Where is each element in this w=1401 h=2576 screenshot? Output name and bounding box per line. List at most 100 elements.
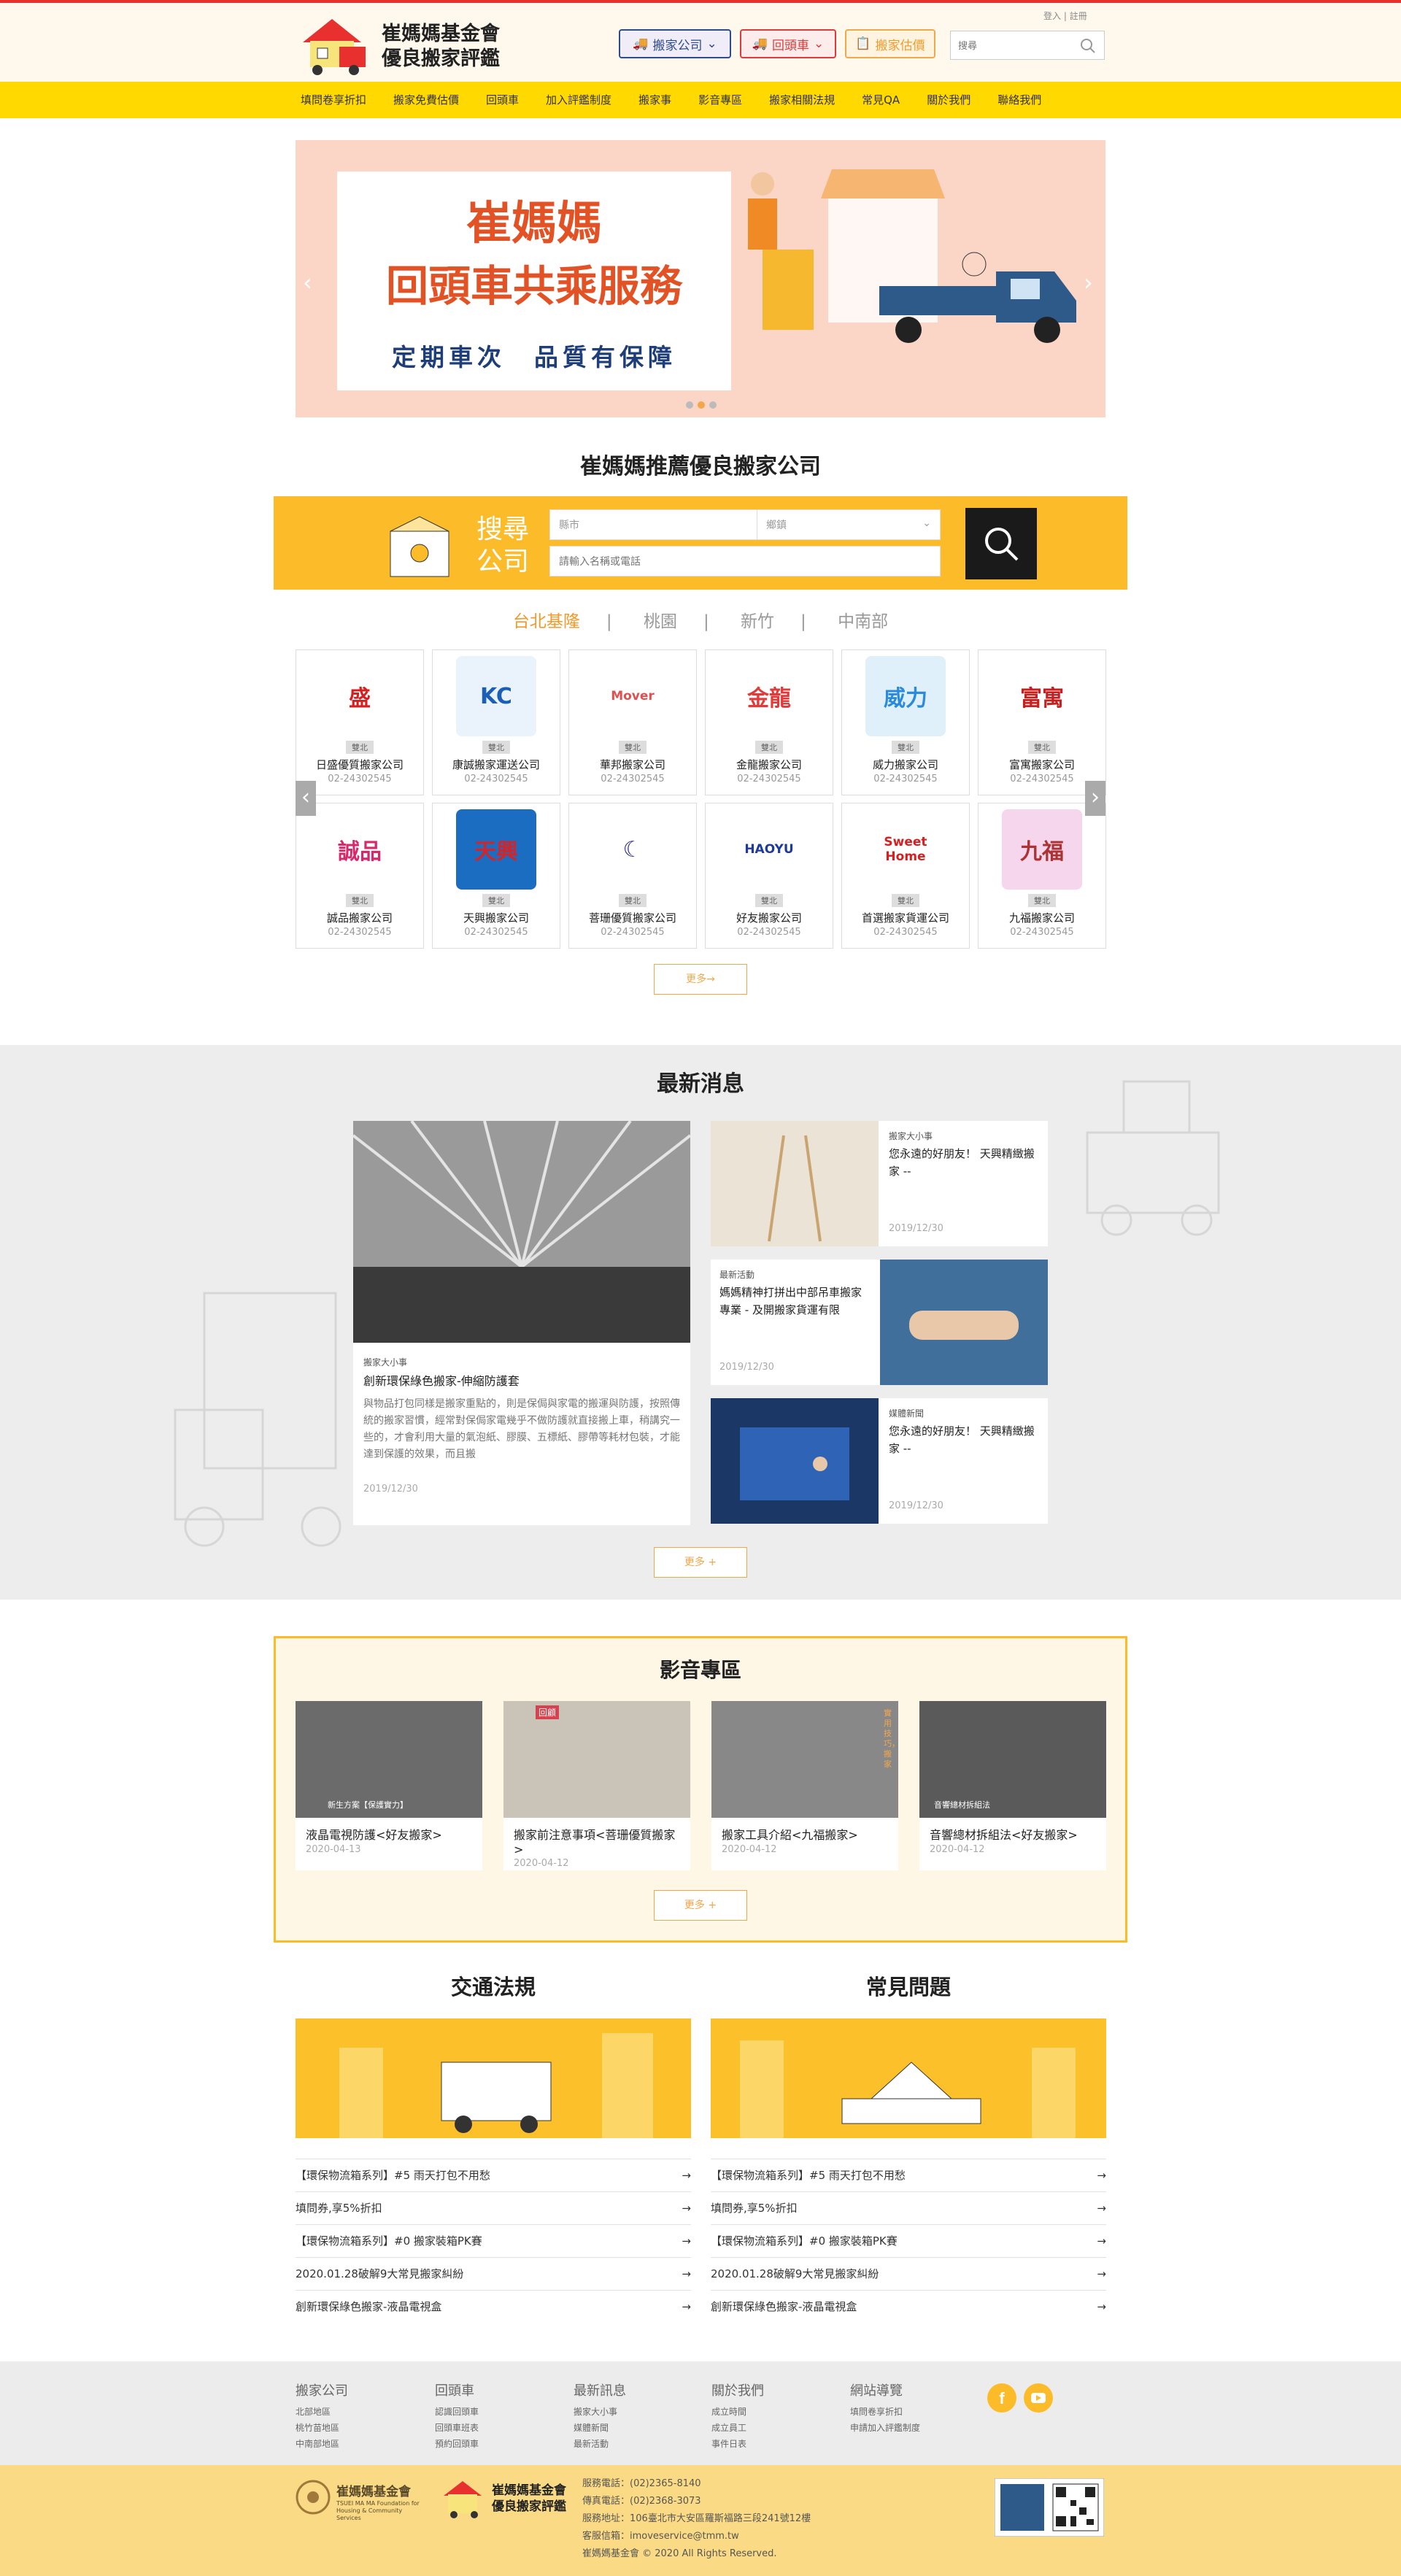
nav-item-contact[interactable]: 聯絡我們 [997,82,1041,118]
register-link[interactable]: 註冊 [1070,11,1087,21]
tab-taipei-keelung[interactable]: 台北基隆 [513,612,580,631]
company-region-tag: 雙北 [1028,894,1056,907]
footer-link[interactable]: 成立時間 [711,2404,764,2420]
banner-dot[interactable] [709,401,717,409]
video-card[interactable]: 實用技巧，搬家 搬家工具介紹<九福搬家> 2020-04-12 [711,1701,900,1870]
nav-item-return-truck[interactable]: 回頭車 [486,82,519,118]
tab-taoyuan[interactable]: 桃園 [644,612,677,631]
faq-list-item[interactable]: 【環保物流箱系列】#5 雨天打包不用愁 [711,2159,1106,2191]
news-card[interactable]: 媒體新聞 您永遠的好朋友！ 天興精緻搬家 -- 2019/12/30 [711,1398,1048,1524]
footer-link[interactable]: 填問卷享折扣 [850,2404,920,2420]
search-button[interactable] [965,508,1037,579]
search-icon[interactable] [1080,38,1096,54]
site-logo[interactable]: 崔媽媽基金會 優良搬家評鑑 [296,15,514,76]
login-link[interactable]: 登入 [1043,11,1061,21]
contact-email[interactable]: 客服信箱：imoveservice@tmm.tw [582,2528,811,2545]
moving-company-button[interactable]: 🚚 搬家公司 ⌄ [619,29,731,58]
law-list-item[interactable]: 填問券,享5%折扣 [296,2191,691,2224]
tab-hsinchu[interactable]: 新竹 [741,612,774,631]
news-featured-card[interactable]: 搬家大小事 創新環保綠色搬家-伸縮防護套 與物品打包同樣是搬家重點的，則是保侷與… [353,1121,690,1525]
company-card[interactable]: ☾ 雙北 菩珊優質搬家公司 02-24302545 [568,803,697,949]
news-card[interactable]: 最新活動 媽媽精神打拼出中部吊車搬家專業 - 及開搬家貨運有限 2019/12/… [711,1260,1048,1385]
hero-banner[interactable]: 崔媽媽 回頭車共乘服務 定期車次 品質有保障 ‹ › [296,140,1105,417]
banner-dot-active[interactable] [698,401,705,409]
company-card[interactable]: 誠品 雙北 誠品搬家公司 02-24302545 [296,803,424,949]
nav-item-join[interactable]: 加入評鑑制度 [546,82,611,118]
estimate-label: 搬家估價 [875,38,925,53]
company-card[interactable]: 威力 雙北 威力搬家公司 02-24302545 [841,649,970,795]
company-logo: 盛 [320,656,400,736]
nav-item-about[interactable]: 關於我們 [927,82,970,118]
faq-list-item[interactable]: 【環保物流箱系列】#0 搬家裝箱PK賽 [711,2224,1106,2257]
footer-site-logo[interactable]: 崔媽媽基金會 優良搬家評鑑 [441,2478,579,2519]
company-card[interactable]: 金龍 雙北 金龍搬家公司 02-24302545 [705,649,833,795]
company-name: 金龍搬家公司 [736,758,802,771]
company-card[interactable]: 九福 雙北 九福搬家公司 02-24302545 [978,803,1106,949]
nav-item-video[interactable]: 影音專區 [698,82,742,118]
footer-link[interactable]: 申請加入評鑑制度 [850,2420,920,2436]
footer-link[interactable]: 成立員工 [711,2420,764,2436]
foundation-logo[interactable]: 崔媽媽基金會 TSUEI MA MA Foundation for Housin… [296,2480,427,2521]
more-companies-button[interactable]: 更多→ [654,964,747,995]
tab-central-south[interactable]: 中南部 [838,612,888,631]
footer-link[interactable]: 最新活動 [574,2436,626,2452]
more-news-button[interactable]: 更多 + [654,1547,747,1578]
facebook-icon[interactable]: f [987,2383,1016,2413]
tablet-image [711,1398,879,1524]
company-next-icon[interactable]: › [1085,781,1105,816]
footer-link[interactable]: 回頭車班表 [435,2420,479,2436]
footer-link[interactable]: 預約回頭車 [435,2436,479,2452]
nav-item-regulations[interactable]: 搬家相關法規 [769,82,835,118]
company-card[interactable]: 天興 雙北 天興搬家公司 02-24302545 [432,803,560,949]
law-list-item[interactable]: 2020.01.28破解9大常見搬家糾紛 [296,2257,691,2290]
news-card[interactable]: 搬家大小事 您永遠的好朋友！ 天興精緻搬家 -- 2019/12/30 [711,1121,1048,1246]
company-card[interactable]: HAOYU 雙北 好友搬家公司 02-24302545 [705,803,833,949]
faq-list-item[interactable]: 創新環保綠色搬家-液晶電視盒 [711,2290,1106,2323]
youtube-icon[interactable] [1024,2383,1053,2413]
estimate-button[interactable]: 📋 搬家估價 [845,29,935,58]
footer-link[interactable]: 媒體新聞 [574,2420,626,2436]
company-name: 誠品搬家公司 [326,911,393,925]
law-list-item[interactable]: 創新環保綠色搬家-液晶電視盒 [296,2290,691,2323]
video-thumbnail: 實用技巧，搬家 [711,1701,900,1818]
company-card[interactable]: Mover 雙北 華邦搬家公司 02-24302545 [568,649,697,795]
footer-link[interactable]: 桃竹苗地區 [296,2420,348,2436]
footer-link[interactable]: 事件日表 [711,2436,764,2452]
company-card[interactable]: 富寓 雙北 富寓搬家公司 02-24302545 [978,649,1106,795]
company-region-tag: 雙北 [755,741,783,754]
nav-item-faq[interactable]: 常見QA [862,82,900,118]
nav-item-moving-stories[interactable]: 搬家事 [638,82,671,118]
logo-line-2: 優良搬家評鑑 [382,47,500,70]
video-card[interactable]: 回顧 搬家前注意事項<菩珊優質搬家> 2020-04-12 [503,1701,690,1870]
law-list-item[interactable]: 【環保物流箱系列】#0 搬家裝箱PK賽 [296,2224,691,2257]
keyword-input[interactable] [549,546,941,576]
company-phone: 02-24302545 [873,774,938,784]
company-card[interactable]: Sweet Home 雙北 首選搬家貨運公司 02-24302545 [841,803,970,949]
banner-dot[interactable] [686,401,693,409]
district-select[interactable]: 鄉鎮 ⌄ [757,509,941,540]
footer-link[interactable]: 中南部地區 [296,2436,348,2452]
faq-list-item[interactable]: 2020.01.28破解9大常見搬家糾紛 [711,2257,1106,2290]
return-truck-button[interactable]: 🚚 回頭車 ⌄ [740,29,836,58]
footer-link[interactable]: 北部地區 [296,2404,348,2420]
nav-item-estimate[interactable]: 搬家免費估價 [393,82,459,118]
foundation-english-name: TSUEI MA MA Foundation for Housing & Com… [336,2500,420,2521]
company-name: 威力搬家公司 [872,758,938,771]
video-card[interactable]: 音響總材拆組法 音響總材拆組法<好友搬家> 2020-04-12 [919,1701,1106,1870]
video-thumbnail: 回顧 [503,1701,690,1818]
city-select[interactable]: 縣市⌄ [549,509,779,540]
banner-next-icon[interactable]: › [1084,269,1093,296]
footer-col-title: 回頭車 [435,2383,474,2399]
footer-link[interactable]: 搬家大小事 [574,2404,626,2420]
footer-link[interactable]: 認識回頭車 [435,2404,479,2420]
company-prev-icon[interactable]: ‹ [296,781,316,816]
nav-item-survey[interactable]: 填問卷享折扣 [301,82,366,118]
law-list-item[interactable]: 【環保物流箱系列】#5 雨天打包不用愁 [296,2159,691,2191]
company-card[interactable]: 盛雙北 日盛優質搬家公司 02-24302545 [296,649,424,795]
banner-prev-icon[interactable]: ‹ [303,269,312,296]
faq-list-item[interactable]: 填問券,享5%折扣 [711,2191,1106,2224]
video-card[interactable]: 新生方案【保護實力】 液晶電視防護<好友搬家> 2020-04-13 [296,1701,482,1870]
more-videos-button[interactable]: 更多 + [654,1890,747,1921]
company-card[interactable]: KC 雙北 康誠搬家運送公司 02-24302545 [432,649,560,795]
qr-code-icon [995,2478,1104,2537]
